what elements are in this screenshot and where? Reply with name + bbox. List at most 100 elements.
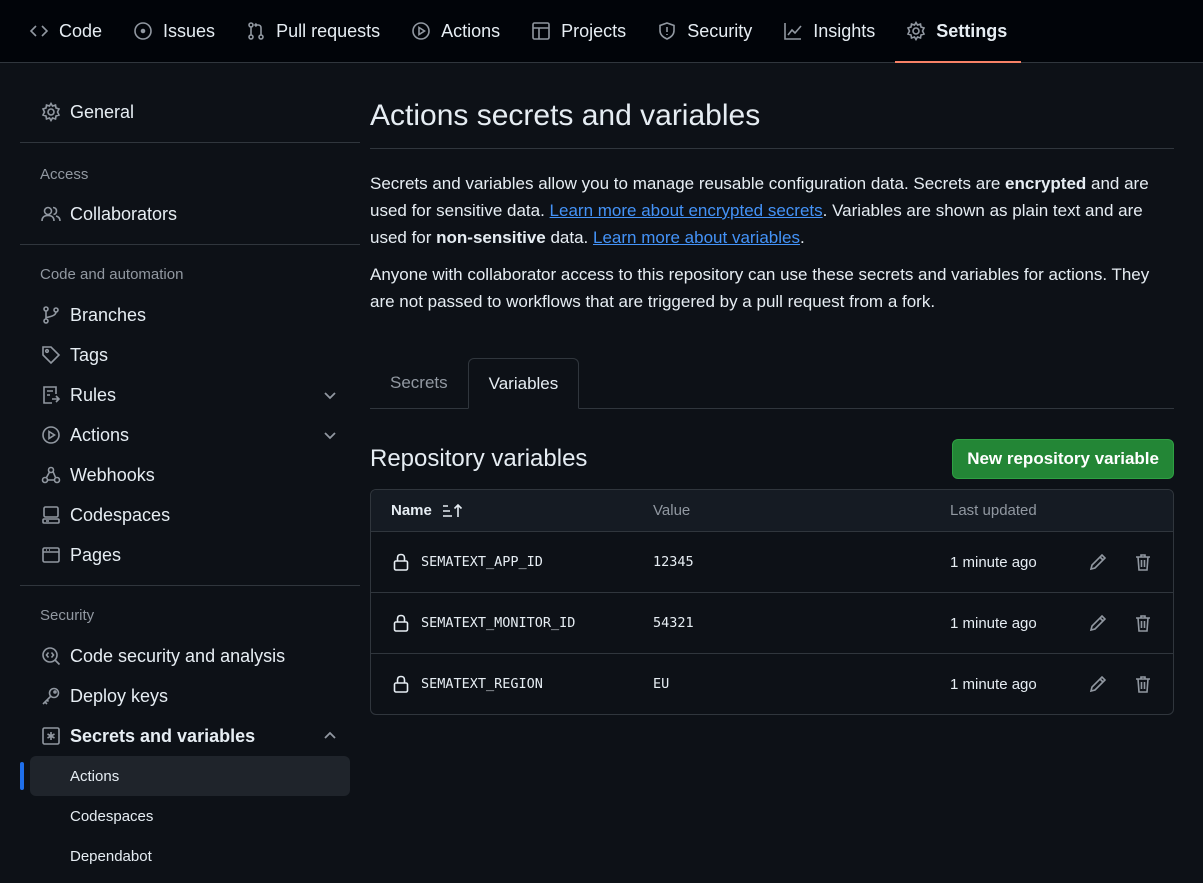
tab-insights[interactable]: Insights	[782, 0, 887, 62]
tab-security[interactable]: Security	[656, 0, 764, 62]
access-note: Anyone with collaborator access to this …	[370, 265, 1150, 311]
table-header: Name Value Last updated	[371, 490, 1173, 532]
play-icon	[40, 424, 62, 446]
learn-more-secrets-link[interactable]: Learn more about encrypted secrets	[550, 201, 823, 220]
learn-more-variables-link[interactable]: Learn more about variables	[593, 228, 800, 247]
lock-icon	[391, 613, 411, 633]
text-bold: non-sensitive	[436, 228, 546, 247]
variable-value: 12345	[653, 554, 694, 570]
column-header-value: Value	[653, 502, 691, 519]
divider	[20, 142, 360, 143]
variable-last-updated: 1 minute ago	[950, 614, 1037, 632]
tab-label: Security	[687, 20, 753, 41]
pull-request-icon	[245, 20, 267, 42]
delete-trash-icon[interactable]	[1120, 674, 1165, 694]
variable-last-updated: 1 minute ago	[950, 553, 1037, 571]
code-icon	[28, 20, 50, 42]
sort-ascending-icon[interactable]	[442, 503, 464, 519]
variables-table: Name Value Last updated SEMATEXT_APP_ID …	[370, 489, 1174, 715]
tab-label: Insights	[813, 20, 876, 41]
tab-issues[interactable]: Issues	[132, 0, 227, 62]
asterisk-box-icon	[40, 725, 62, 747]
sidebar-item-webhooks[interactable]: Webhooks	[20, 455, 360, 495]
table-row: SEMATEXT_APP_ID 12345 1 minute ago	[371, 532, 1173, 593]
sidebar-item-label: Collaborators	[70, 203, 178, 224]
sidebar-subitem-dependabot[interactable]: Dependabot	[30, 836, 350, 876]
table-icon	[530, 20, 552, 42]
description-paragraph: Secrets and variables allow you to manag…	[370, 170, 1174, 251]
tab-secrets[interactable]: Secrets	[370, 358, 468, 408]
play-icon	[410, 20, 432, 42]
branch-icon	[40, 304, 62, 326]
lock-icon	[391, 674, 411, 694]
gear-icon	[905, 20, 927, 42]
tab-label: Issues	[163, 20, 216, 41]
chevron-down-icon[interactable]	[322, 427, 338, 443]
tab-pull-requests[interactable]: Pull requests	[245, 0, 392, 62]
variable-name-cell: SEMATEXT_MONITOR_ID	[371, 613, 653, 633]
variable-name: SEMATEXT_APP_ID	[421, 554, 543, 570]
column-header-name[interactable]: Name	[371, 502, 653, 519]
graph-icon	[782, 20, 804, 42]
tab-code[interactable]: Code	[28, 0, 114, 62]
issue-icon	[132, 20, 154, 42]
column-header-last-updated: Last updated	[950, 502, 1037, 519]
people-icon	[40, 203, 62, 225]
sidebar-item-label: Branches	[70, 304, 147, 325]
tab-projects[interactable]: Projects	[530, 0, 638, 62]
tag-icon	[40, 344, 62, 366]
tab-label: Projects	[561, 20, 627, 41]
sidebar-item-rules[interactable]: Rules	[20, 375, 360, 415]
lock-icon	[391, 552, 411, 572]
tab-label: Pull requests	[276, 20, 381, 41]
sidebar-subitem-codespaces[interactable]: Codespaces	[30, 796, 350, 836]
sidebar-item-label: Codespaces	[70, 807, 154, 825]
browser-icon	[40, 544, 62, 566]
section-heading-security: Security	[40, 607, 95, 624]
edit-pencil-icon[interactable]	[1075, 613, 1120, 633]
sidebar-item-pages[interactable]: Pages	[20, 535, 360, 575]
tab-actions[interactable]: Actions	[410, 0, 512, 62]
variable-name: SEMATEXT_MONITOR_ID	[421, 615, 576, 631]
text: .	[799, 228, 805, 247]
variable-name: SEMATEXT_REGION	[421, 676, 543, 692]
chevron-down-icon[interactable]	[322, 387, 338, 403]
edit-pencil-icon[interactable]	[1075, 674, 1120, 694]
chevron-up-icon[interactable]	[322, 728, 338, 744]
new-repository-variable-button[interactable]: New repository variable	[952, 439, 1174, 479]
divider	[20, 244, 360, 245]
sidebar-item-tags[interactable]: Tags	[20, 335, 360, 375]
variable-last-updated: 1 minute ago	[950, 675, 1037, 693]
tab-label: Actions	[441, 20, 501, 41]
sidebar-item-actions[interactable]: Actions	[20, 415, 360, 455]
sidebar-subitem-actions[interactable]: Actions	[20, 756, 350, 796]
tab-label: Settings	[936, 20, 1008, 41]
sidebar-item-label: Dependabot	[70, 847, 152, 865]
sidebar-item-code-security[interactable]: Code security and analysis	[20, 636, 360, 676]
variable-name-cell: SEMATEXT_REGION	[371, 674, 653, 694]
tab-settings[interactable]: Settings	[895, 0, 1022, 63]
shield-icon	[656, 20, 678, 42]
page-title: Actions secrets and variables	[370, 99, 761, 132]
sidebar-item-label: Webhooks	[70, 464, 155, 485]
sidebar-item-collaborators[interactable]: Collaborators	[20, 194, 360, 234]
sidebar-item-label: Code security and analysis	[70, 645, 286, 666]
sidebar-item-branches[interactable]: Branches	[20, 295, 360, 335]
sidebar-item-deploy-keys[interactable]: Deploy keys	[20, 676, 360, 716]
sidebar-item-label: Pages	[70, 544, 122, 565]
gear-icon	[40, 101, 62, 123]
sidebar-item-codespaces[interactable]: Codespaces	[20, 495, 360, 535]
main-content: Actions secrets and variables Secrets an…	[370, 92, 1174, 715]
divider	[370, 148, 1174, 149]
sidebar-item-secrets-and-variables[interactable]: Secrets and variables	[20, 716, 360, 756]
repository-variables-header: Repository variables New repository vari…	[370, 439, 1174, 479]
sidebar-item-label: Actions	[70, 767, 120, 785]
delete-trash-icon[interactable]	[1120, 552, 1165, 572]
sidebar-item-general[interactable]: General	[20, 92, 360, 132]
secrets-variables-tabs: Secrets Variables	[370, 358, 1174, 409]
delete-trash-icon[interactable]	[1120, 613, 1165, 633]
variable-value: EU	[653, 676, 670, 692]
edit-pencil-icon[interactable]	[1075, 552, 1120, 572]
section-title: Repository variables	[370, 445, 588, 472]
tab-variables[interactable]: Variables	[467, 358, 580, 409]
